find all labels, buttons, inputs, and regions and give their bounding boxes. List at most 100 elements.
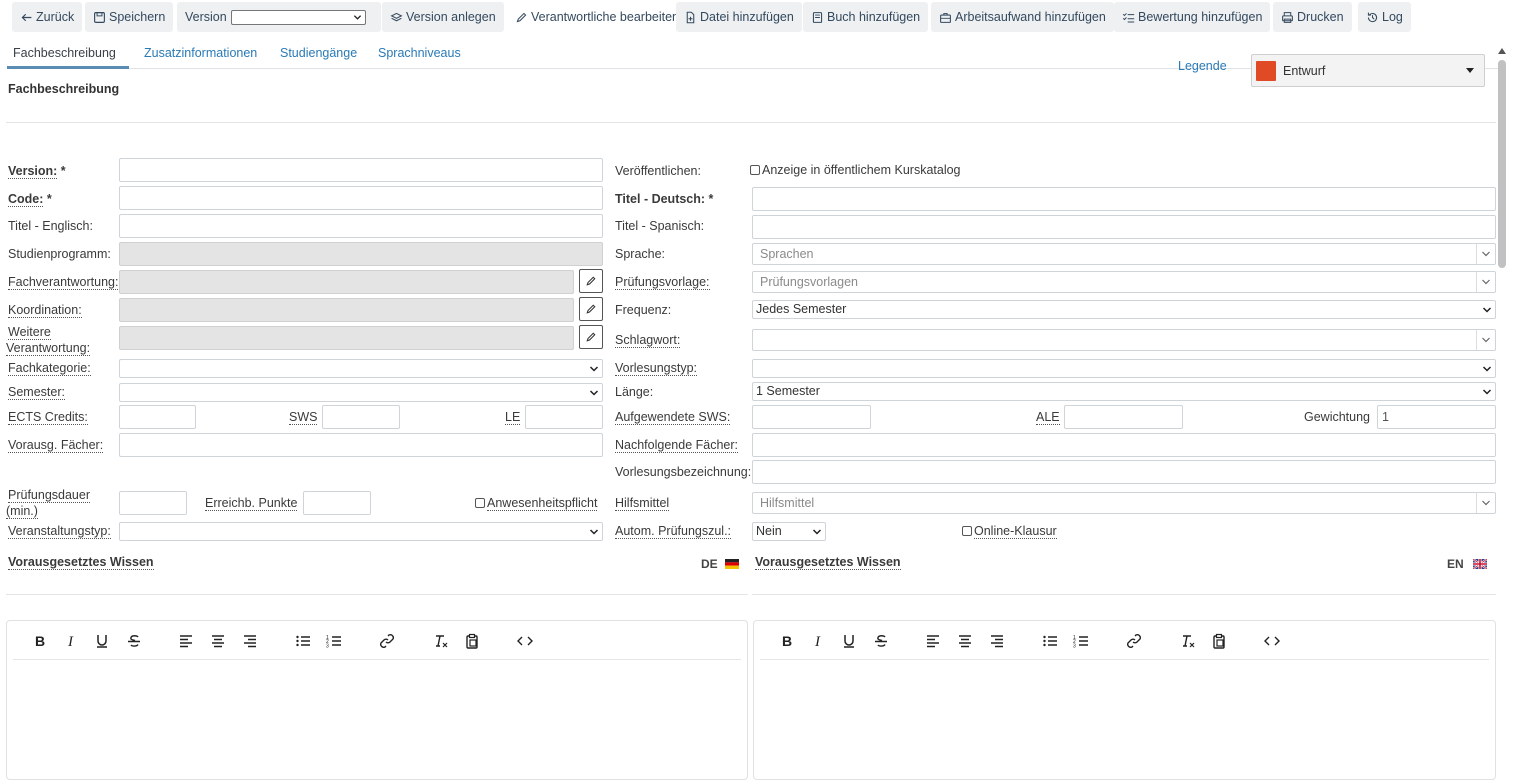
chevron-down-icon [1481,277,1491,287]
attendance-checkbox[interactable]: Anwesenheitspflicht [475,496,597,511]
scrollbar[interactable] [1498,48,1506,268]
chevron-down-icon [1482,387,1492,397]
le-field[interactable] [525,405,603,429]
svg-text:I: I [814,634,821,649]
prior-knowledge-de-editor[interactable]: B I 123 [6,620,748,780]
semester-select[interactable] [119,383,603,402]
numbered-list-icon[interactable]: 123 [325,633,343,649]
online-exam-checkbox[interactable]: Online-Klausur [962,524,1057,539]
version-select[interactable] [231,10,366,25]
align-right-icon[interactable] [988,633,1006,649]
italic-icon[interactable]: I [809,633,827,649]
print-button[interactable]: Drucken [1273,2,1352,32]
sws-field[interactable] [322,405,400,429]
align-right-icon[interactable] [241,633,259,649]
ale-field[interactable] [1064,405,1183,429]
ects-field[interactable] [119,405,196,429]
bullet-list-icon[interactable] [294,633,312,649]
code-view-icon[interactable] [1263,633,1281,649]
title-de-field[interactable] [752,187,1496,211]
further-responsibility-label-1: Weitere [8,325,51,340]
save-button[interactable]: Speichern [85,2,173,32]
code-field[interactable] [119,186,603,210]
frequency-select[interactable]: Jedes Semester [752,300,1496,319]
history-icon [1366,11,1379,24]
tab-zusatzinformationen[interactable]: Zusatzinformationen [144,46,257,69]
log-button[interactable]: Log [1358,2,1411,32]
numbered-list-icon[interactable]: 123 [1072,633,1090,649]
align-center-icon[interactable] [209,633,227,649]
exam-duration-field[interactable] [119,491,187,515]
length-select[interactable]: 1 Semester [752,382,1496,401]
bullet-list-icon[interactable] [1041,633,1059,649]
keyword-select[interactable] [752,329,1496,351]
version-field[interactable] [119,158,603,182]
prereq-subjects-field[interactable] [119,433,603,457]
lecture-name-label: Vorlesungsbezeichnung: [615,465,751,480]
clear-format-icon[interactable] [432,633,450,649]
align-left-icon[interactable] [924,633,942,649]
link-icon[interactable] [378,633,396,649]
italic-icon[interactable]: I [62,633,80,649]
aids-select[interactable]: Hilfsmittel [752,492,1496,514]
legend-link[interactable]: Legende [1178,59,1227,73]
category-select[interactable] [119,359,603,378]
prior-knowledge-en-editor[interactable]: B I 123 [753,620,1496,780]
points-label: Erreichb. Punkte [205,496,297,511]
edit-coordination-pen-button[interactable] [579,297,603,321]
lecture-name-field[interactable] [752,460,1496,484]
underline-icon[interactable] [93,633,111,649]
code-view-icon[interactable] [516,633,534,649]
title-es-field[interactable] [752,215,1496,239]
strikethrough-icon[interactable] [872,633,890,649]
chevron-down-icon [353,11,362,24]
event-type-select[interactable] [119,522,603,541]
edit-responsible-button[interactable]: Verantwortliche bearbeiten [507,2,687,32]
lecture-type-select[interactable] [752,359,1496,378]
bold-icon[interactable]: B [31,633,49,649]
edit-responsible-pen-button[interactable] [579,269,603,293]
tab-studiengaenge[interactable]: Studiengänge [280,46,357,69]
language-select[interactable]: Sprachen [752,243,1496,265]
clear-format-icon[interactable] [1179,633,1197,649]
weighting-label: Gewichtung [1304,410,1370,425]
file-plus-icon [684,11,697,24]
following-subjects-field[interactable] [752,433,1496,457]
publish-checkbox[interactable]: Anzeige in öffentlichem Kurskatalog [750,163,961,178]
used-sws-field[interactable] [752,405,871,429]
align-center-icon[interactable] [956,633,974,649]
link-icon[interactable] [1125,633,1143,649]
paste-icon[interactable] [463,633,481,649]
edit-further-responsibility-pen-button[interactable] [579,325,603,349]
tab-sprachniveaus[interactable]: Sprachniveaus [378,46,461,69]
add-file-button[interactable]: Datei hinzufügen [676,2,802,32]
svg-text:3: 3 [326,644,329,650]
coordination-field [119,298,574,322]
title-en-field[interactable] [119,214,603,238]
aids-label: Hilfsmittel [615,496,669,511]
arrow-left-icon [20,11,33,24]
strikethrough-icon[interactable] [125,633,143,649]
weighting-field[interactable]: 1 [1377,405,1496,429]
toolbar: Zurück Speichern Version Version anlegen… [6,2,1540,32]
underline-icon[interactable] [840,633,858,649]
points-field[interactable] [303,491,371,515]
scrollbar-thumb[interactable] [1498,60,1506,268]
bold-icon[interactable]: B [778,633,796,649]
add-book-button[interactable]: Buch hinzufügen [803,2,928,32]
status-dropdown[interactable]: Entwurf [1251,54,1485,87]
keyword-label: Schlagwort: [615,333,680,348]
create-version-button[interactable]: Version anlegen [382,2,504,32]
exam-template-select[interactable]: Prüfungsvorlagen [752,271,1496,293]
lecture-type-label: Vorlesungstyp: [615,361,697,376]
auto-admission-select[interactable]: Nein [752,522,826,541]
add-workload-button[interactable]: Arbeitsaufwand hinzufügen [931,2,1114,32]
align-left-icon[interactable] [177,633,195,649]
paste-icon[interactable] [1210,633,1228,649]
scroll-up-arrow-icon[interactable] [1498,48,1506,54]
svg-text:3: 3 [1073,644,1076,650]
tab-fachbeschreibung[interactable]: Fachbeschreibung [7,46,129,69]
back-button[interactable]: Zurück [12,2,82,32]
add-rating-button[interactable]: Bewertung hinzufügen [1114,2,1270,32]
list-check-icon [1122,11,1135,24]
